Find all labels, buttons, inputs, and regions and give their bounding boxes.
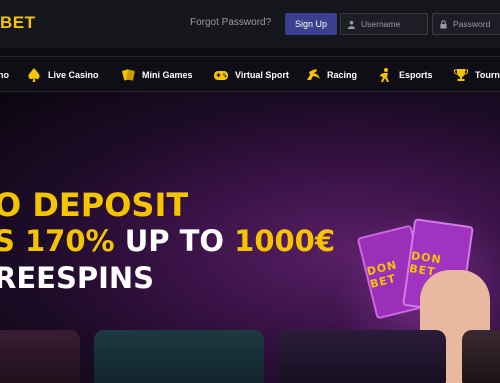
nav-item-esports[interactable]: Esports <box>377 57 433 93</box>
nav-label-tournaments: Tourn <box>475 70 500 80</box>
nav-item-live-casino[interactable]: Live Casino <box>26 57 99 93</box>
promo-banner[interactable]: O DEPOSIT S 170% UP TO 1000€ REESPINS DO… <box>0 92 500 383</box>
username-input[interactable] <box>361 19 421 29</box>
promo-headline-line2: S 170% UP TO 1000€ <box>0 227 335 256</box>
nav-label-racing: Racing <box>327 70 358 80</box>
nav-label-casino: no <box>0 70 9 80</box>
main-nav: no Live Casino Mini Games Virtual Sport … <box>0 56 500 92</box>
nav-item-tournaments[interactable]: Tourn <box>453 57 500 93</box>
promo-headline-line3: REESPINS <box>0 261 155 295</box>
password-field[interactable] <box>432 13 500 35</box>
promo-amount: 1000€ <box>234 224 336 258</box>
nav-label-live-casino: Live Casino <box>48 70 99 80</box>
username-field[interactable] <box>340 13 428 35</box>
spade-icon <box>28 68 40 82</box>
promo-headline-line1: O DEPOSIT <box>0 186 189 224</box>
nav-item-virtual-sport[interactable]: Virtual Sport <box>213 57 289 93</box>
site-logo[interactable]: BET <box>0 13 36 33</box>
forgot-password-link[interactable]: Forgot Password? <box>190 17 271 28</box>
promo-percent: S 170% <box>0 224 115 258</box>
horse-icon <box>307 69 320 80</box>
top-bar: BET Forgot Password? Sign Up <box>0 0 500 48</box>
promo-up-to: UP TO <box>124 224 225 258</box>
game-tile[interactable] <box>0 330 80 383</box>
nav-item-racing[interactable]: Racing <box>305 57 357 93</box>
sign-up-button[interactable]: Sign Up <box>285 13 337 35</box>
esports-icon <box>380 68 389 82</box>
lock-icon <box>440 19 447 29</box>
cards-icon <box>122 69 135 81</box>
game-tile[interactable] <box>94 330 264 383</box>
nav-label-virtual-sport: Virtual Sport <box>235 70 289 80</box>
game-tile[interactable] <box>278 330 446 383</box>
trophy-icon <box>454 69 468 81</box>
game-tile[interactable] <box>462 330 500 383</box>
nav-label-mini-games: Mini Games <box>142 70 193 80</box>
gamepad-icon <box>214 71 228 80</box>
nav-label-esports: Esports <box>399 70 433 80</box>
nav-item-casino[interactable]: no <box>0 57 9 93</box>
password-input[interactable] <box>453 19 500 29</box>
user-icon <box>347 20 356 29</box>
nav-item-mini-games[interactable]: Mini Games <box>120 57 193 93</box>
